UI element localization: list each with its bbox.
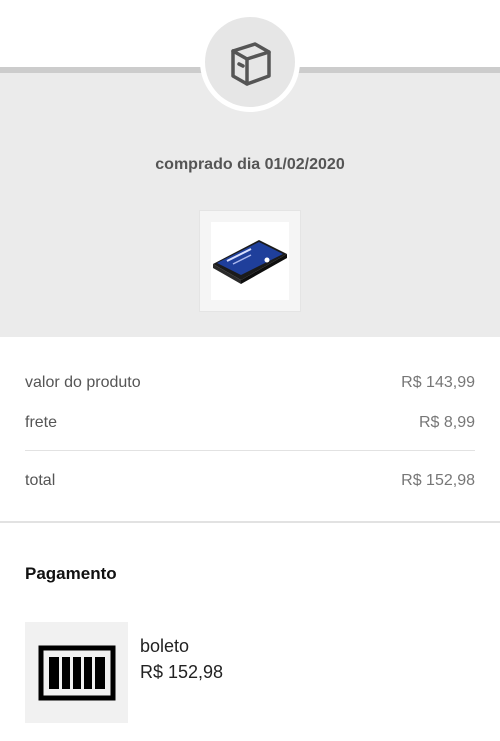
summary-divider xyxy=(25,450,475,451)
box-icon xyxy=(231,42,271,86)
payment-title: Pagamento xyxy=(25,564,117,583)
product-thumbnail[interactable] xyxy=(199,210,301,312)
total-amount: R$ 152,98 xyxy=(401,472,475,489)
order-details-page: comprado dia 01/02/2020 valor do produto… xyxy=(0,0,500,741)
shipping-row: frete R$ 8,99 xyxy=(25,414,475,432)
order-header: comprado dia 01/02/2020 xyxy=(0,0,500,337)
payment-method-icon-box xyxy=(25,622,128,723)
total-label: total xyxy=(25,472,56,489)
payment-amount: R$ 152,98 xyxy=(140,662,224,682)
section-divider xyxy=(0,521,500,523)
product-value-row: valor do produto R$ 143,99 xyxy=(25,374,475,392)
shipping-label: frete xyxy=(25,414,58,431)
ssd-drive-image xyxy=(213,240,287,284)
product-value-label: valor do produto xyxy=(25,374,141,391)
product-value-amount: R$ 143,99 xyxy=(401,374,475,391)
purchase-date: comprado dia 01/02/2020 xyxy=(155,156,345,173)
payment-method: boleto xyxy=(140,636,190,656)
product-image-frame xyxy=(211,222,289,300)
barcode-icon xyxy=(38,645,115,700)
box-badge xyxy=(205,17,295,107)
total-row: total R$ 152,98 xyxy=(25,472,475,490)
shipping-amount: R$ 8,99 xyxy=(418,414,475,431)
